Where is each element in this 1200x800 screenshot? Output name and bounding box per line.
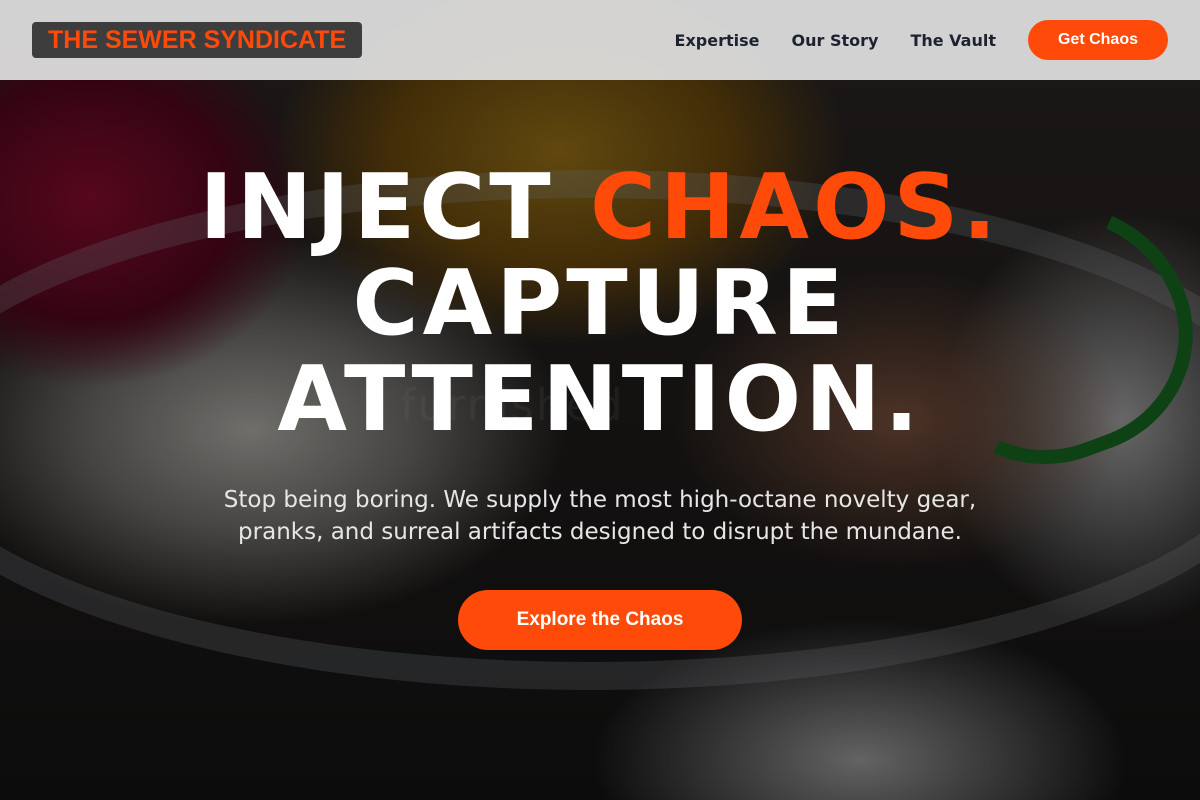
site-header: THE SEWER SYNDICATE Expertise Our Story … [0, 0, 1200, 80]
headline-attention: ATTENTION. [277, 347, 923, 452]
headline-chaos-accent: CHAOS. [590, 155, 1001, 260]
nav-link-expertise[interactable]: Expertise [675, 31, 760, 50]
nav-link-our-story[interactable]: Our Story [792, 31, 879, 50]
nav-link-the-vault[interactable]: The Vault [910, 31, 996, 50]
hero-headline: INJECT CHAOS. CAPTURE ATTENTION. [199, 160, 1000, 448]
get-chaos-button[interactable]: Get Chaos [1028, 20, 1168, 60]
site-logo[interactable]: THE SEWER SYNDICATE [32, 22, 363, 58]
explore-the-chaos-button[interactable]: Explore the Chaos [458, 590, 742, 650]
headline-inject: INJECT [199, 155, 590, 260]
hero-section: INJECT CHAOS. CAPTURE ATTENTION. Stop be… [0, 80, 1200, 800]
main-nav: Expertise Our Story The Vault Get Chaos [675, 20, 1168, 60]
headline-capture: CAPTURE [352, 251, 848, 356]
hero-subtitle: Stop being boring. We supply the most hi… [223, 487, 977, 545]
